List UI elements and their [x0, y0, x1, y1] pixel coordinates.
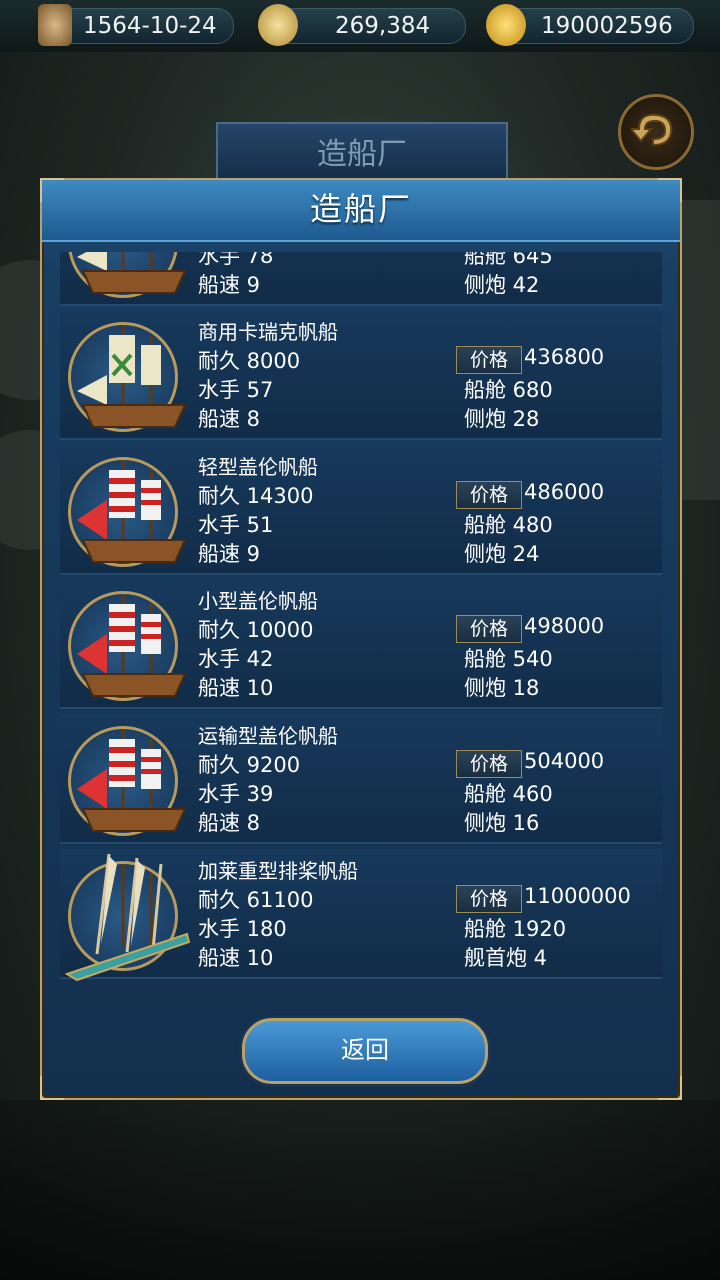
ship-cannon: 侧炮 24	[464, 542, 540, 566]
price-label: 价格	[456, 885, 522, 913]
shipyard-dialog: 造船厂 水手 78 船速 9 船舱 645 侧炮 42 商用卡瑞克帆船 耐久 8000 水手…	[40, 178, 682, 1100]
background-shade	[0, 1100, 720, 1280]
ship-durability: 耐久 14300	[198, 484, 314, 508]
ship-image	[64, 853, 191, 982]
ship-cannon: 侧炮 16	[464, 811, 540, 835]
price-label: 价格	[456, 481, 522, 509]
ship-cannon: 舰首炮 4	[464, 946, 548, 970]
gold-text: 190002596	[541, 13, 673, 39]
compass-icon	[258, 4, 298, 46]
ship-portrait	[68, 591, 187, 701]
ship-name: 商用卡瑞克帆船	[198, 320, 338, 344]
ship-durability: 耐久 9200	[198, 753, 301, 777]
ship-row[interactable]: 轻型盖伦帆船 耐久 14300 水手 51 船速 9 价格 486000 船舱 480 侧炮 …	[60, 445, 662, 575]
back-button[interactable]	[618, 94, 694, 170]
ship-price: 486000	[524, 480, 605, 504]
ship-portrait	[68, 457, 187, 567]
ship-name: 小型盖伦帆船	[198, 589, 318, 613]
ship-crew: 水手 42	[198, 647, 274, 671]
anchor-coin-icon	[486, 4, 526, 46]
ship-portrait	[64, 853, 191, 982]
ship-portrait	[68, 322, 187, 432]
ship-speed: 船速 10	[198, 676, 274, 700]
background-title-text: 造船厂	[317, 137, 407, 172]
date-display: 1564-10-24	[48, 8, 234, 44]
ship-durability: 耐久 8000	[198, 349, 301, 373]
ship-crew: 水手 39	[198, 782, 274, 806]
ship-row[interactable]: 商用卡瑞克帆船 耐久 8000 水手 57 船速 8 价格 436800 船舱 680 侧炮 …	[60, 310, 662, 440]
return-button[interactable]: 返回	[242, 1018, 488, 1084]
ship-crew: 水手 51	[198, 513, 274, 537]
ship-cargo: 船舱 540	[464, 647, 553, 671]
price-label: 价格	[456, 615, 522, 643]
ship-cargo: 船舱 680	[464, 378, 553, 402]
ship-row[interactable]: 加莱重型排桨帆船 耐久 61100 水手 180 船速 10 价格 11000000 船舱 …	[60, 849, 662, 982]
ship-cargo: 船舱 480	[464, 513, 553, 537]
ship-price: 436800	[524, 345, 605, 369]
ship-speed: 船速 8	[198, 811, 261, 835]
ship-row[interactable]: 运输型盖伦帆船 耐久 9200 水手 39 船速 8 价格 504000 船舱 460 侧炮 …	[60, 714, 662, 844]
ship-crew: 水手 180	[198, 917, 287, 941]
ship-cargo: 船舱 1920	[464, 917, 567, 941]
ship-list[interactable]: 水手 78 船速 9 船舱 645 侧炮 42 商用卡瑞克帆船 耐久 8000 水手 57 船…	[60, 252, 662, 997]
date-text: 1564-10-24	[83, 13, 217, 39]
ship-price: 11000000	[524, 884, 631, 908]
ship-durability: 耐久 10000	[198, 618, 314, 642]
corner-ornament	[40, 1076, 64, 1100]
ship-price: 498000	[524, 614, 605, 638]
ship-price: 504000	[524, 749, 605, 773]
corner-ornament	[658, 1076, 682, 1100]
hourglass-icon	[38, 4, 72, 46]
ship-cannon: 侧炮 42	[464, 273, 540, 297]
ship-cannon: 侧炮 18	[464, 676, 540, 700]
ship-name: 加莱重型排桨帆船	[198, 859, 358, 883]
ship-name: 轻型盖伦帆船	[198, 455, 318, 479]
corner-ornament	[658, 178, 682, 202]
back-arrow-icon	[631, 113, 673, 147]
dialog-title: 造船厂	[309, 190, 412, 228]
corner-ornament	[40, 178, 64, 202]
ship-crew: 水手 78	[198, 252, 274, 268]
ship-speed: 船速 10	[198, 946, 274, 970]
ship-durability: 耐久 61100	[198, 888, 314, 912]
ship-cargo: 船舱 645	[464, 252, 553, 268]
price-label: 价格	[456, 750, 522, 778]
ship-speed: 船速 9	[198, 273, 261, 297]
resource-bar: 1564-10-24 269,384 190002596	[0, 0, 720, 52]
ship-speed: 船速 9	[198, 542, 261, 566]
ship-cargo: 船舱 460	[464, 782, 553, 806]
dialog-header: 造船厂	[42, 180, 680, 242]
ship-row[interactable]: 小型盖伦帆船 耐久 10000 水手 42 船速 10 价格 498000 船舱 540 侧炮…	[60, 579, 662, 709]
ship-name: 运输型盖伦帆船	[198, 724, 338, 748]
silver-text: 269,384	[335, 13, 431, 39]
ship-cannon: 侧炮 28	[464, 407, 540, 431]
price-label: 价格	[456, 346, 522, 374]
ship-portrait	[68, 726, 187, 836]
ship-portrait	[68, 252, 187, 298]
ship-speed: 船速 8	[198, 407, 261, 431]
ship-crew: 水手 57	[198, 378, 274, 402]
